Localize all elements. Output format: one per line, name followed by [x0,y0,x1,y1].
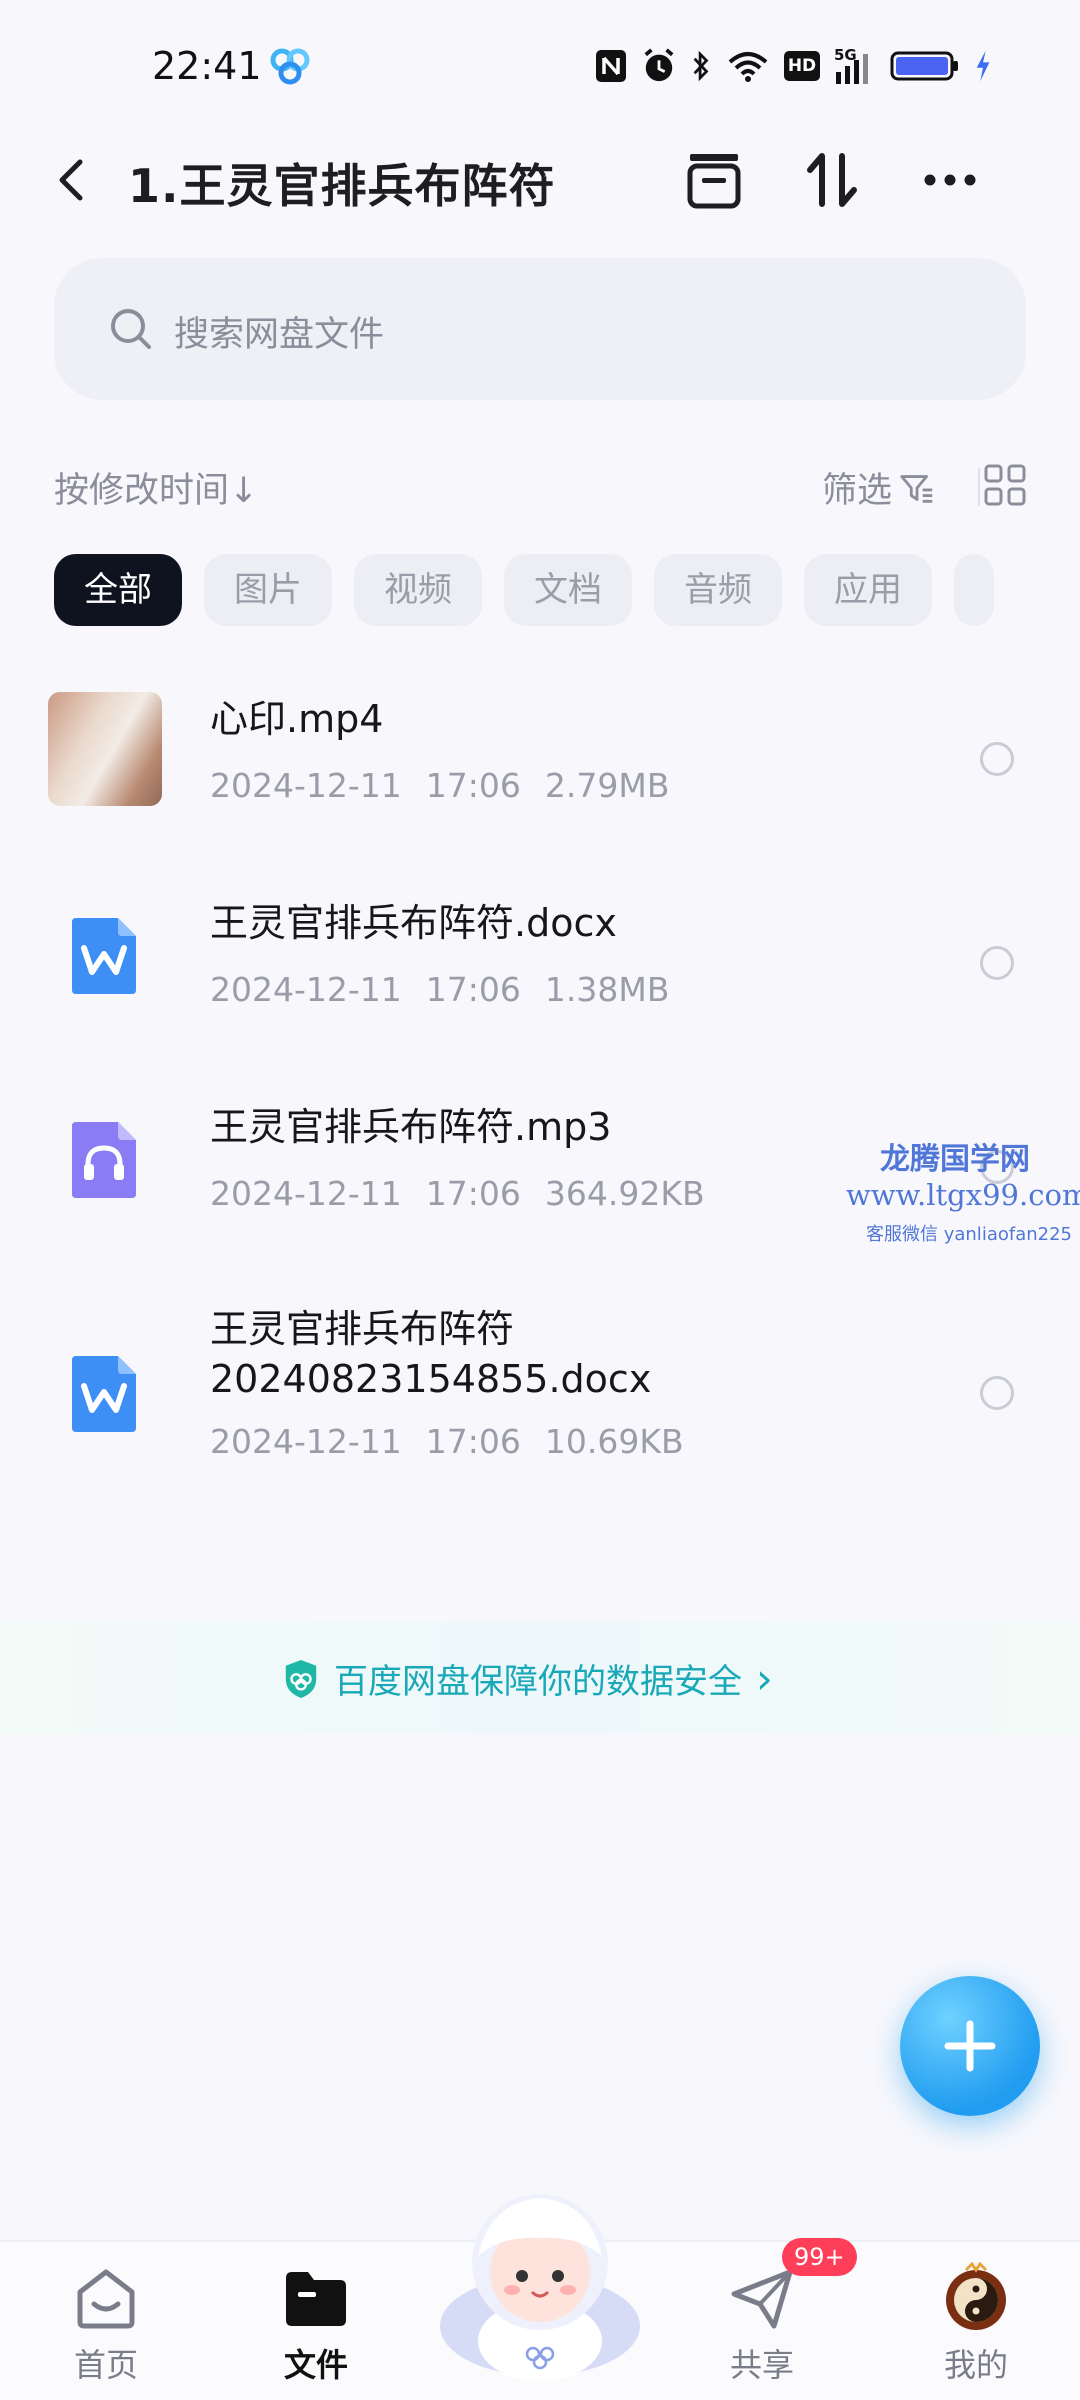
tab-documents[interactable]: 文档 [504,554,632,626]
nav-files[interactable]: 文件 [246,2262,386,2392]
plus-icon [944,2020,996,2072]
file-meta: 2024-12-11 17:06 10.69KB [210,1422,708,1461]
signal-5g-icon: 5G [834,46,876,86]
file-time: 17:06 [425,1174,521,1213]
file-name-line2: 20240823154855.docx [210,1357,652,1401]
select-radio[interactable] [980,742,1014,776]
watermark-title: 龙腾国学网 [880,1142,1030,1177]
file-time: 17:06 [425,766,521,805]
sort-button[interactable]: 按修改时间↓ [54,462,258,513]
page-title: 1.王灵官排兵布阵符 [128,159,556,213]
profile-avatar-icon [946,2262,1006,2330]
sort-arrow-icon: ↓ [229,471,259,511]
status-bar: 22:41 HD 5G [0,0,1080,130]
file-name: 心印.mp4 [210,697,384,741]
file-name: 王灵官排兵布阵符.docx [210,901,617,945]
tab-audio[interactable]: 音频 [654,554,782,626]
search-placeholder[interactable]: 搜索网盘文件 [174,306,384,357]
battery-icon [890,51,958,81]
sort-filter-bar: 按修改时间↓ 筛选 [0,452,1080,522]
alarm-icon [644,48,674,82]
watermark-url: www.ltgx99.com [846,1178,1080,1212]
file-list: 心印.mp4 2024-12-11 17:06 2.79MB 王灵官排兵布阵符.do… [0,660,1080,1502]
tab-all[interactable]: 全部 [54,554,182,626]
home-icon [77,2269,135,2329]
file-date: 2024-12-11 [210,1422,402,1461]
file-date: 2024-12-11 [210,766,402,805]
tab-apps[interactable]: 应用 [804,554,932,626]
file-meta: 2024-12-11 17:06 1.38MB [210,970,693,1009]
file-name-line1: 王灵官排兵布阵符 [210,1307,515,1351]
word-file-icon [72,1356,136,1432]
select-radio[interactable] [980,1376,1014,1410]
tab-videos[interactable]: 视频 [354,554,482,626]
transfer-icon[interactable] [800,148,864,212]
share-plane-icon [731,2269,793,2329]
more-icon[interactable] [918,148,982,212]
grid-view-icon[interactable] [982,462,1028,508]
folder-icon [286,2272,346,2326]
share-badge: 99+ [782,2238,857,2276]
hd-icon: HD [784,51,820,81]
chevron-right-icon: › [756,1654,773,1703]
nfc-icon [596,50,626,82]
safety-banner[interactable]: 百度网盘保障你的数据安全 › [0,1622,1080,1734]
file-name: 王灵官排兵布阵符 20240823154855.docx [210,1304,651,1404]
file-row[interactable]: 王灵官排兵布阵符.docx 2024-12-11 17:06 1.38MB [0,864,1080,1068]
safety-text: 百度网盘保障你的数据安全 [334,1662,742,1702]
video-thumbnail [48,692,162,806]
watermark: 龙腾国学网 www.ltgx99.com 客服微信 yanliaofan225 [846,1134,1080,1264]
file-size: 10.69KB [544,1422,684,1461]
bluetooth-icon [693,50,709,82]
nav-label: 共享 [729,2346,794,2384]
file-row[interactable]: 王灵官排兵布阵符 20240823154855.docx 2024-12-11 1… [0,1272,1080,1502]
tab-images[interactable]: 图片 [204,554,332,626]
nav-label: 首页 [73,2346,138,2384]
file-size: 1.38MB [544,970,670,1009]
mascot-assistant-icon[interactable] [430,2176,650,2386]
search-box[interactable]: 搜索网盘文件 [54,258,1026,400]
app-bar: 1.王灵官排兵布阵符 [0,130,1080,230]
search-icon [111,309,151,349]
file-meta: 2024-12-11 17:06 2.79MB [210,766,693,805]
nav-profile[interactable]: 我的 [906,2262,1046,2392]
wifi-icon [728,52,768,82]
tab-more-partial[interactable] [954,554,994,626]
file-date: 2024-12-11 [210,970,402,1009]
select-radio[interactable] [980,946,1014,980]
category-tabs: 全部 图片 视频 文档 音频 应用 [54,554,1080,626]
word-file-icon [72,918,136,994]
watermark-contact: 客服微信 yanliaofan225 [866,1224,1072,1245]
sort-label: 按修改时间 [54,471,230,511]
shield-icon [285,1659,317,1698]
file-meta: 2024-12-11 17:06 364.92KB [210,1174,729,1213]
file-size: 364.92KB [544,1174,705,1213]
file-size: 2.79MB [544,766,670,805]
back-icon[interactable] [48,152,98,208]
nav-label: 文件 [283,2346,348,2384]
nav-share[interactable]: 共享 [692,2262,832,2392]
nav-home[interactable]: 首页 [36,2262,176,2392]
archive-icon[interactable] [682,148,746,212]
audio-file-icon [72,1122,136,1198]
file-name: 王灵官排兵布阵符.mp3 [210,1105,612,1149]
file-time: 17:06 [425,1422,521,1461]
filter-label: 筛选 [821,471,892,511]
file-row[interactable]: 心印.mp4 2024-12-11 17:06 2.79MB [0,660,1080,864]
baidu-netdisk-icon [270,48,310,85]
file-time: 17:06 [425,970,521,1009]
charging-icon [976,50,990,82]
status-time: 22:41 [152,44,262,88]
filter-icon [900,474,933,503]
file-date: 2024-12-11 [210,1174,402,1213]
nav-label: 我的 [943,2346,1008,2384]
divider [978,468,980,506]
filter-button[interactable]: 筛选 [822,462,936,513]
add-button[interactable] [900,1976,1040,2116]
